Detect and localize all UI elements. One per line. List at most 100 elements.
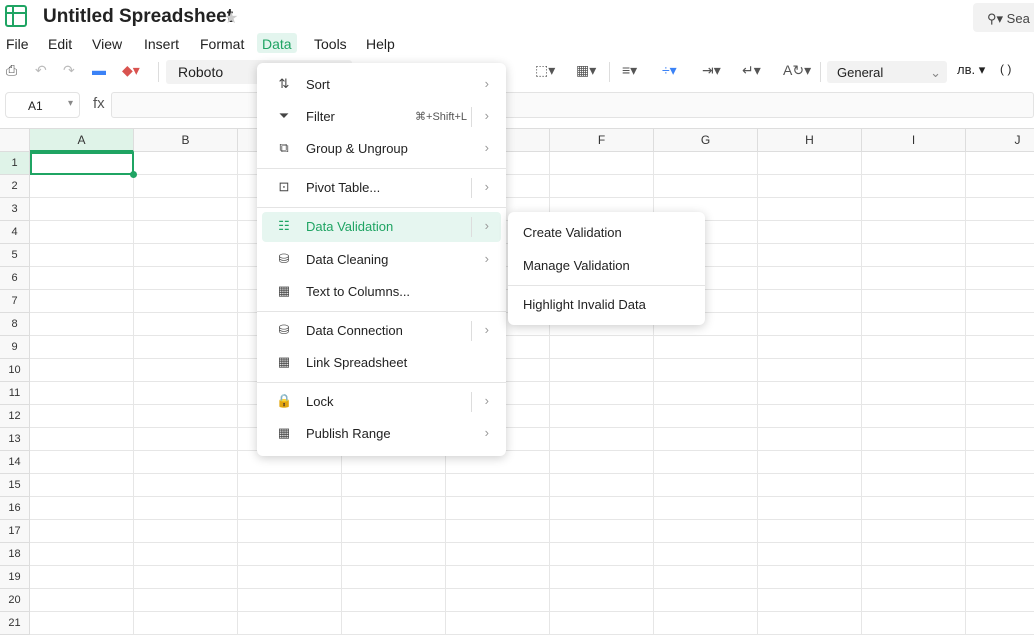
- cell-H6[interactable]: [758, 267, 862, 290]
- cell-D15[interactable]: [342, 474, 446, 497]
- cell-B18[interactable]: [134, 543, 238, 566]
- row-header[interactable]: 1: [0, 152, 30, 175]
- cell-F12[interactable]: [550, 405, 654, 428]
- row-header[interactable]: 8: [0, 313, 30, 336]
- cell-J9[interactable]: [966, 336, 1034, 359]
- cell-D16[interactable]: [342, 497, 446, 520]
- row-header[interactable]: 9: [0, 336, 30, 359]
- undo-icon[interactable]: ↶: [35, 62, 47, 79]
- search-box[interactable]: ⚲▾ Sea: [973, 3, 1034, 32]
- menu-data[interactable]: Data: [257, 33, 297, 53]
- cell-H11[interactable]: [758, 382, 862, 405]
- cell-A14[interactable]: [30, 451, 134, 474]
- menu-tools[interactable]: Tools: [314, 36, 347, 52]
- menu-item-publish-range[interactable]: ▦ Publish Range ›: [262, 419, 501, 449]
- menu-edit[interactable]: Edit: [48, 36, 72, 52]
- cell-F11[interactable]: [550, 382, 654, 405]
- cell-J20[interactable]: [966, 589, 1034, 612]
- menu-item-filter[interactable]: ⏷ Filter ⌘+Shift+L ›: [262, 102, 501, 132]
- cell-F17[interactable]: [550, 520, 654, 543]
- cell-C21[interactable]: [238, 612, 342, 635]
- column-header[interactable]: J: [966, 129, 1034, 152]
- text-rotate-icon[interactable]: A↻▾: [783, 62, 811, 79]
- cell-I5[interactable]: [862, 244, 966, 267]
- wrap-text-icon[interactable]: ↵▾: [742, 62, 761, 79]
- cell-H7[interactable]: [758, 290, 862, 313]
- row-header[interactable]: 21: [0, 612, 30, 635]
- menu-item-create-validation[interactable]: Create Validation: [523, 225, 622, 240]
- cell-A16[interactable]: [30, 497, 134, 520]
- cell-H8[interactable]: [758, 313, 862, 336]
- row-header[interactable]: 19: [0, 566, 30, 589]
- cell-J10[interactable]: [966, 359, 1034, 382]
- row-header[interactable]: 11: [0, 382, 30, 405]
- cell-J19[interactable]: [966, 566, 1034, 589]
- cell-H5[interactable]: [758, 244, 862, 267]
- cell-I9[interactable]: [862, 336, 966, 359]
- cell-F2[interactable]: [550, 175, 654, 198]
- cell-G2[interactable]: [654, 175, 758, 198]
- cell-H19[interactable]: [758, 566, 862, 589]
- cell-B7[interactable]: [134, 290, 238, 313]
- cell-E19[interactable]: [446, 566, 550, 589]
- cell-G19[interactable]: [654, 566, 758, 589]
- cell-I11[interactable]: [862, 382, 966, 405]
- row-header[interactable]: 4: [0, 221, 30, 244]
- cell-C18[interactable]: [238, 543, 342, 566]
- cell-G15[interactable]: [654, 474, 758, 497]
- cell-A6[interactable]: [30, 267, 134, 290]
- cell-B20[interactable]: [134, 589, 238, 612]
- cell-E20[interactable]: [446, 589, 550, 612]
- cell-B13[interactable]: [134, 428, 238, 451]
- cell-J6[interactable]: [966, 267, 1034, 290]
- cell-I15[interactable]: [862, 474, 966, 497]
- spreadsheet-grid[interactable]: ABCDEFGHIJ123456789101112131415161718192…: [0, 128, 1034, 635]
- cell-B17[interactable]: [134, 520, 238, 543]
- cell-H12[interactable]: [758, 405, 862, 428]
- cell-I1[interactable]: [862, 152, 966, 175]
- cell-A5[interactable]: [30, 244, 134, 267]
- cell-A20[interactable]: [30, 589, 134, 612]
- cell-A2[interactable]: [30, 175, 134, 198]
- cell-J14[interactable]: [966, 451, 1034, 474]
- cell-H20[interactable]: [758, 589, 862, 612]
- cell-A19[interactable]: [30, 566, 134, 589]
- cell-G20[interactable]: [654, 589, 758, 612]
- menu-help[interactable]: Help: [366, 36, 395, 52]
- cell-F10[interactable]: [550, 359, 654, 382]
- cell-C20[interactable]: [238, 589, 342, 612]
- cell-J2[interactable]: [966, 175, 1034, 198]
- star-icon[interactable]: ★: [224, 8, 238, 28]
- cell-D18[interactable]: [342, 543, 446, 566]
- cell-I13[interactable]: [862, 428, 966, 451]
- cell-B2[interactable]: [134, 175, 238, 198]
- cell-J17[interactable]: [966, 520, 1034, 543]
- menu-item-data-connection[interactable]: ⛁ Data Connection ›: [262, 316, 501, 346]
- cell-D17[interactable]: [342, 520, 446, 543]
- indent-icon[interactable]: ⇥▾: [702, 62, 721, 79]
- cell-I8[interactable]: [862, 313, 966, 336]
- cell-F15[interactable]: [550, 474, 654, 497]
- cell-B10[interactable]: [134, 359, 238, 382]
- cell-H2[interactable]: [758, 175, 862, 198]
- cell-B16[interactable]: [134, 497, 238, 520]
- cell-B1[interactable]: [134, 152, 238, 175]
- row-header[interactable]: 3: [0, 198, 30, 221]
- column-header[interactable]: I: [862, 129, 966, 152]
- cell-I16[interactable]: [862, 497, 966, 520]
- cell-A7[interactable]: [30, 290, 134, 313]
- print-icon[interactable]: ⎙: [6, 62, 17, 79]
- cell-A11[interactable]: [30, 382, 134, 405]
- cell-G11[interactable]: [654, 382, 758, 405]
- parentheses-button[interactable]: ( ): [1000, 62, 1011, 76]
- cell-B3[interactable]: [134, 198, 238, 221]
- menu-item-data-validation[interactable]: ☷ Data Validation ›: [262, 212, 501, 242]
- cell-F16[interactable]: [550, 497, 654, 520]
- cell-H4[interactable]: [758, 221, 862, 244]
- menu-file[interactable]: File: [6, 36, 29, 52]
- cell-H17[interactable]: [758, 520, 862, 543]
- cell-B19[interactable]: [134, 566, 238, 589]
- cell-style-icon[interactable]: ▦▾: [576, 62, 596, 79]
- cell-E18[interactable]: [446, 543, 550, 566]
- cell-G9[interactable]: [654, 336, 758, 359]
